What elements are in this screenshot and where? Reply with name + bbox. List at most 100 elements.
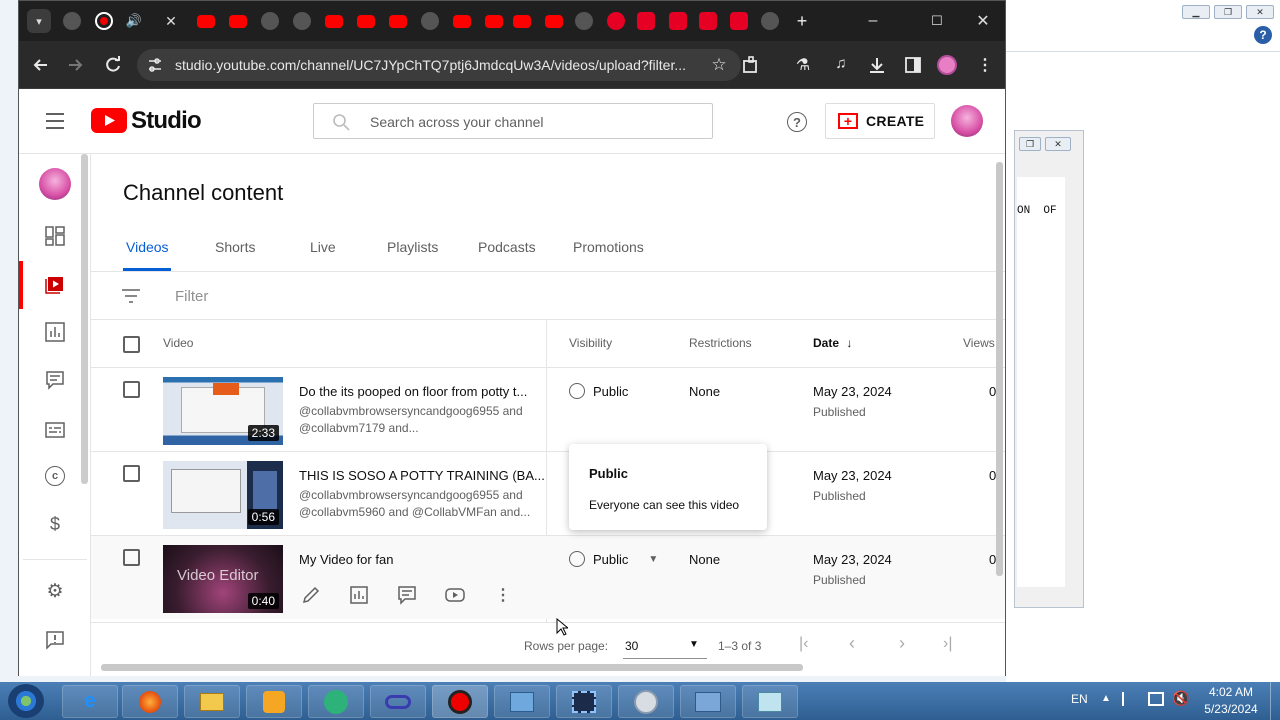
rows-per-page-select[interactable]: 30 ▼	[623, 633, 707, 659]
tab-youtube-icon[interactable]	[453, 15, 471, 28]
tab-promotions[interactable]: Promotions	[573, 239, 644, 255]
tab-youtube-icon[interactable]	[513, 15, 531, 28]
taskbar-video-editor[interactable]	[556, 685, 612, 718]
taskbar-app[interactable]	[618, 685, 674, 718]
taskbar-media[interactable]	[246, 685, 302, 718]
labs-flask-icon[interactable]: ⚗	[793, 55, 813, 75]
active-tab-close-icon[interactable]: ✕	[161, 11, 181, 31]
channel-avatar[interactable]	[39, 168, 71, 200]
select-all-checkbox[interactable]	[123, 336, 140, 353]
video-thumbnail[interactable]: Video Editor 0:40	[163, 545, 283, 613]
taskbar-app[interactable]	[742, 685, 798, 718]
visibility-cell[interactable]: Public	[569, 383, 628, 399]
visibility-dropdown[interactable]: Public ▼	[569, 551, 658, 567]
tab-audio-icon[interactable]: 🔊	[125, 12, 143, 30]
table-row[interactable]: 0:56 THIS IS SOSO A POTTY TRAINING (BA..…	[91, 451, 1005, 535]
account-avatar[interactable]	[951, 105, 983, 137]
table-row[interactable]: Video Editor 0:40 My Video for fan ⋮ Pub…	[91, 535, 1005, 619]
tab-youtube-icon[interactable]	[485, 15, 503, 28]
taskbar-explorer[interactable]	[184, 685, 240, 718]
dashboard-icon[interactable]	[45, 226, 65, 246]
tab-extension-icon[interactable]	[575, 12, 593, 30]
column-date[interactable]: Date ↓	[813, 336, 852, 350]
new-tab-icon[interactable]: +	[791, 10, 813, 32]
channel-search-input[interactable]: Search across your channel	[313, 103, 713, 139]
profile-avatar[interactable]	[937, 55, 957, 75]
next-page-icon[interactable]: ›	[899, 633, 905, 654]
tab-youtube-icon[interactable]	[229, 15, 247, 28]
tab-youtube-icon[interactable]	[357, 15, 375, 28]
video-thumbnail[interactable]: 0:56	[163, 461, 283, 529]
taskbar-app[interactable]	[494, 685, 550, 718]
filter-bar[interactable]: Filter	[91, 271, 1005, 320]
clock-date[interactable]: 5/23/2024	[1198, 702, 1264, 716]
tab-globe-icon[interactable]	[421, 12, 439, 30]
extensions-icon[interactable]	[741, 55, 761, 75]
inner-scrollbar[interactable]	[1065, 177, 1081, 587]
more-menu-icon[interactable]: ⋮	[975, 55, 995, 75]
tab-youtube-icon[interactable]	[545, 15, 563, 28]
tab-podcasts[interactable]: Podcasts	[478, 239, 536, 255]
video-title[interactable]: My Video for fan	[299, 552, 393, 567]
tab-app-icon[interactable]	[637, 12, 655, 30]
tab-globe-icon[interactable]	[293, 12, 311, 30]
tab-youtube-icon[interactable]	[389, 15, 407, 28]
clock-time[interactable]: 4:02 AM	[1200, 685, 1262, 699]
bookmark-star-icon[interactable]: ☆	[709, 55, 729, 75]
settings-gear-icon[interactable]: ⚙	[45, 582, 65, 602]
video-title[interactable]: THIS IS SOSO A POTTY TRAINING (BA...	[299, 468, 545, 483]
help-icon[interactable]: ?	[787, 112, 807, 132]
copyright-icon[interactable]: c	[45, 466, 65, 486]
taskbar-firefox[interactable]	[122, 685, 178, 718]
comments-icon[interactable]	[397, 585, 417, 605]
reload-icon[interactable]	[103, 55, 123, 75]
restore-button[interactable]: ❐	[1214, 5, 1242, 19]
inner-restore-button[interactable]: ❐	[1019, 137, 1041, 151]
window-minimize-button[interactable]: –	[861, 9, 885, 33]
language-indicator[interactable]: EN	[1071, 692, 1088, 706]
window-close-button[interactable]: ✕	[971, 9, 995, 33]
tab-pinterest-icon[interactable]	[607, 12, 625, 30]
analytics-icon[interactable]	[45, 322, 65, 342]
tab-youtube-icon[interactable]	[197, 15, 215, 28]
comments-icon[interactable]	[45, 370, 65, 390]
taskbar-app[interactable]	[308, 685, 364, 718]
tray-expand-icon[interactable]: ▲	[1101, 693, 1111, 704]
youtube-logo-icon[interactable]	[91, 108, 127, 133]
forward-arrow-icon[interactable]	[65, 55, 85, 75]
first-page-icon[interactable]: |‹	[799, 635, 808, 653]
feedback-icon[interactable]	[45, 630, 65, 650]
taskbar-ie[interactable]: e	[62, 685, 118, 718]
start-button[interactable]	[8, 684, 44, 718]
close-button[interactable]: ✕	[1246, 5, 1274, 19]
tab-search-chevron-icon[interactable]: ▾	[27, 9, 51, 33]
download-icon[interactable]	[867, 55, 887, 75]
inner-close-button[interactable]: ✕	[1045, 137, 1071, 151]
edit-pencil-icon[interactable]	[301, 585, 321, 605]
create-button[interactable]: + CREATE	[825, 103, 935, 139]
address-bar[interactable]: studio.youtube.com/channel/UC7JYpChTQ7pt…	[137, 49, 741, 81]
tab-globe-icon[interactable]	[761, 12, 779, 30]
volume-muted-icon[interactable]: 🔇	[1172, 690, 1189, 707]
prev-page-icon[interactable]: ‹	[849, 633, 855, 654]
more-options-icon[interactable]: ⋮	[493, 585, 513, 605]
row-checkbox[interactable]	[123, 549, 140, 566]
show-desktop-button[interactable]	[1270, 682, 1280, 720]
subtitles-icon[interactable]	[45, 420, 65, 440]
tab-app-icon[interactable]	[699, 12, 717, 30]
flag-icon[interactable]	[1122, 692, 1136, 706]
row-checkbox[interactable]	[123, 465, 140, 482]
taskbar-app[interactable]	[370, 685, 426, 718]
content-icon[interactable]	[45, 274, 65, 294]
tab-favicon-globe-icon[interactable]	[63, 12, 81, 30]
table-row[interactable]: 2:33 Do the its pooped on floor from pot…	[91, 367, 1005, 451]
row-checkbox[interactable]	[123, 381, 140, 398]
video-thumbnail[interactable]: 2:33	[163, 377, 283, 445]
filter-icon[interactable]	[121, 288, 141, 304]
network-icon[interactable]	[1148, 692, 1164, 706]
tab-app-icon[interactable]	[730, 12, 748, 30]
tab-videos[interactable]: Videos	[126, 239, 169, 255]
side-panel-icon[interactable]	[903, 55, 923, 75]
tab-globe-icon[interactable]	[261, 12, 279, 30]
back-arrow-icon[interactable]	[31, 55, 51, 75]
